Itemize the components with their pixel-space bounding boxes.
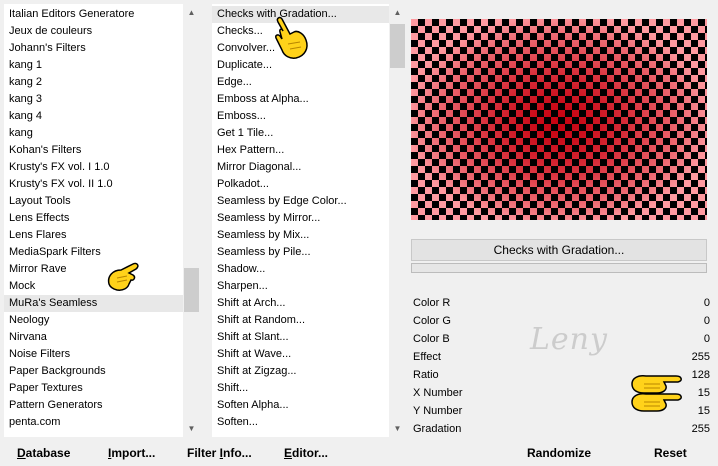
- parameter-value[interactable]: 255: [692, 348, 710, 366]
- pointing-hand-icon: [631, 393, 682, 412]
- category-list-item[interactable]: Nirvana: [4, 329, 183, 346]
- preview-checks: [411, 19, 707, 220]
- filter-list-item[interactable]: Seamless by Pile...: [212, 244, 389, 261]
- filter-list-item[interactable]: Soften...: [212, 414, 389, 431]
- category-scroll-thumb[interactable]: [184, 268, 199, 312]
- category-list-item[interactable]: Paper Textures: [4, 380, 183, 397]
- category-list[interactable]: Italian Editors Generatore Jeux de couleu…: [4, 4, 183, 437]
- category-list-item[interactable]: Kohan's Filters: [4, 142, 183, 159]
- filter-list-item[interactable]: Seamless by Edge Color...: [212, 193, 389, 210]
- parameter-value[interactable]: 15: [698, 384, 710, 402]
- category-list-item[interactable]: MediaSpark Filters: [4, 244, 183, 261]
- parameter-label: X Number: [413, 387, 463, 399]
- filter-list-item[interactable]: Shift at Zigzag...: [212, 363, 389, 380]
- category-list-item[interactable]: kang 3: [4, 91, 183, 108]
- category-list-item[interactable]: Pattern Generators: [4, 397, 183, 414]
- filter-list-items: Checks with Gradation... Checks... Convolv…: [212, 6, 389, 431]
- database-button[interactable]: Database: [17, 440, 70, 463]
- scroll-down-arrow-icon[interactable]: ▼: [183, 420, 200, 437]
- import-button[interactable]: Import...: [108, 440, 155, 463]
- parameter-label: Color G: [413, 315, 451, 327]
- category-list-item[interactable]: Mirror Rave: [4, 261, 183, 278]
- editor-button[interactable]: Editor...: [284, 440, 328, 463]
- reset-button[interactable]: Reset: [654, 440, 687, 463]
- filter-scroll-thumb[interactable]: [390, 24, 405, 68]
- parameter-list: Color R 0 Color G 0 Color B 0 Effect 255 Ratio 12…: [411, 294, 710, 438]
- filter-list-item[interactable]: Get 1 Tile...: [212, 125, 389, 142]
- parameter-row[interactable]: Gradation 255: [411, 420, 710, 438]
- category-list-item[interactable]: MuRa's Seamless: [4, 295, 183, 312]
- parameter-label: Effect: [413, 351, 441, 363]
- category-list-item[interactable]: penta.com: [4, 414, 183, 431]
- parameter-value[interactable]: 0: [704, 294, 710, 312]
- parameter-label: Color R: [413, 297, 451, 309]
- category-list-item[interactable]: Neology: [4, 312, 183, 329]
- filter-list-item[interactable]: Edge...: [212, 74, 389, 91]
- category-list-item[interactable]: kang: [4, 125, 183, 142]
- parameter-value[interactable]: 128: [692, 366, 710, 384]
- randomize-button[interactable]: Randomize: [527, 440, 591, 463]
- parameter-label: Color B: [413, 333, 450, 345]
- category-list-item[interactable]: Krusty's FX vol. I 1.0: [4, 159, 183, 176]
- category-list-item[interactable]: Noise Filters: [4, 346, 183, 363]
- category-list-item[interactable]: Jeux de couleurs: [4, 23, 183, 40]
- category-list-item[interactable]: kang 1: [4, 57, 183, 74]
- filter-scrollbar[interactable]: ▲ ▼: [389, 4, 406, 437]
- filter-list-item[interactable]: Shift at Arch...: [212, 295, 389, 312]
- pointing-hand-icon: [275, 16, 308, 59]
- pointing-hand-icon: [107, 262, 139, 291]
- filter-list[interactable]: Checks with Gradation... Checks... Convolv…: [212, 4, 389, 437]
- parameter-label: Gradation: [413, 423, 462, 435]
- bottom-button-bar: Database Import... Filter Info... Editor…: [0, 440, 718, 463]
- watermark-text: Leny: [530, 322, 608, 357]
- category-list-item[interactable]: kang 2: [4, 74, 183, 91]
- category-list-item[interactable]: Krusty's FX vol. II 1.0: [4, 176, 183, 193]
- parameter-row[interactable]: Color R 0: [411, 294, 710, 312]
- category-scrollbar[interactable]: ▲ ▼: [183, 4, 200, 437]
- filter-list-item[interactable]: Hex Pattern...: [212, 142, 389, 159]
- parameter-label: Y Number: [413, 405, 463, 417]
- parameter-value[interactable]: 0: [704, 330, 710, 348]
- filter-list-item[interactable]: Seamless by Mirror...: [212, 210, 389, 227]
- category-list-item[interactable]: Mock: [4, 278, 183, 295]
- filter-list-item[interactable]: Sharpen...: [212, 278, 389, 295]
- progress-bar: [411, 263, 707, 273]
- scroll-up-arrow-icon[interactable]: ▲: [183, 4, 200, 21]
- scroll-up-arrow-icon[interactable]: ▲: [389, 4, 406, 21]
- filter-info-button[interactable]: Filter Info...: [187, 440, 252, 463]
- filter-name-button[interactable]: Checks with Gradation...: [411, 239, 707, 261]
- filter-list-item[interactable]: Seamless by Mix...: [212, 227, 389, 244]
- parameter-value[interactable]: 15: [698, 402, 710, 420]
- filter-list-item[interactable]: Mirror Diagonal...: [212, 159, 389, 176]
- category-list-item[interactable]: Lens Effects: [4, 210, 183, 227]
- category-list-item[interactable]: Johann's Filters: [4, 40, 183, 57]
- filter-list-item[interactable]: Emboss at Alpha...: [212, 91, 389, 108]
- category-list-item[interactable]: Paper Backgrounds: [4, 363, 183, 380]
- filter-list-item[interactable]: Soften Alpha...: [212, 397, 389, 414]
- filter-list-item[interactable]: Polkadot...: [212, 176, 389, 193]
- filter-list-item[interactable]: Shift at Random...: [212, 312, 389, 329]
- category-list-items: Italian Editors Generatore Jeux de couleu…: [4, 6, 183, 431]
- filter-list-item[interactable]: Emboss...: [212, 108, 389, 125]
- filter-list-item[interactable]: Shift at Wave...: [212, 346, 389, 363]
- category-list-item[interactable]: Lens Flares: [4, 227, 183, 244]
- category-list-item[interactable]: Italian Editors Generatore: [4, 6, 183, 23]
- filter-preview[interactable]: [411, 19, 707, 220]
- category-list-item[interactable]: kang 4: [4, 108, 183, 125]
- category-list-item[interactable]: Layout Tools: [4, 193, 183, 210]
- filter-list-item[interactable]: Shadow...: [212, 261, 389, 278]
- parameter-value[interactable]: 0: [704, 312, 710, 330]
- filter-list-item[interactable]: Shift at Slant...: [212, 329, 389, 346]
- scroll-down-arrow-icon[interactable]: ▼: [389, 420, 406, 437]
- filter-list-item[interactable]: Shift...: [212, 380, 389, 397]
- parameter-label: Ratio: [413, 369, 439, 381]
- parameter-value[interactable]: 255: [692, 420, 710, 438]
